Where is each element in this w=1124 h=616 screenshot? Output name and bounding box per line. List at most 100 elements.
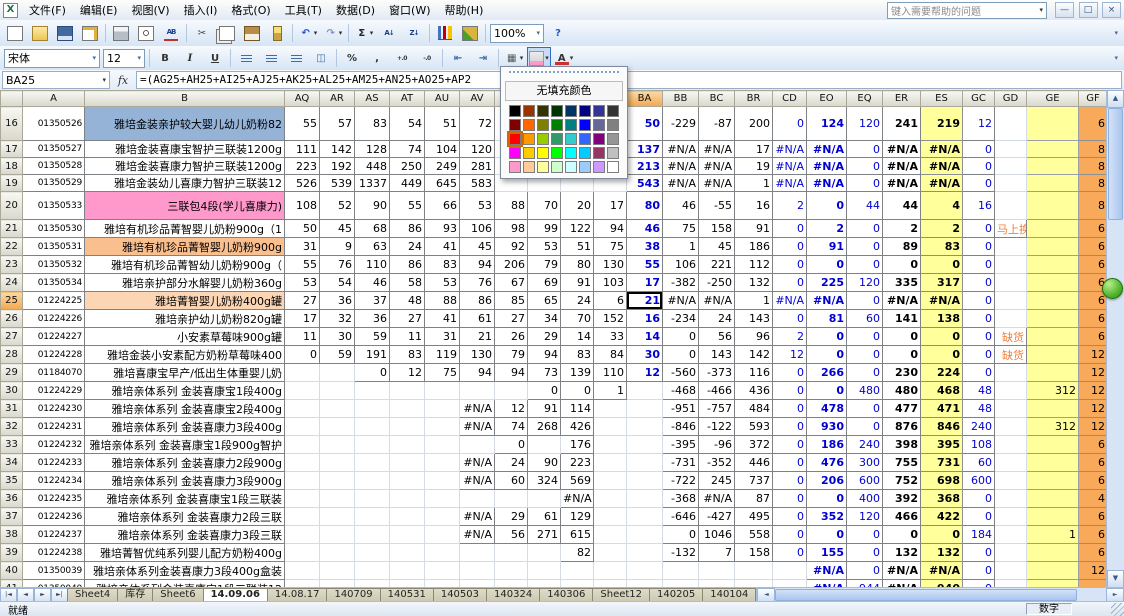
cell-ER38[interactable]: 0 <box>883 526 921 544</box>
cell-CD26[interactable]: 0 <box>773 310 807 328</box>
cell-AT31[interactable] <box>390 400 425 418</box>
cell-AS22[interactable]: 63 <box>355 238 390 256</box>
color-swatch-FF99CC[interactable] <box>509 161 521 173</box>
cell-ES37[interactable]: 422 <box>921 508 963 526</box>
cell-AT18[interactable]: 250 <box>390 158 425 175</box>
menu-file[interactable]: 文件(F) <box>22 0 73 20</box>
cell-AV19[interactable]: 583 <box>460 175 495 192</box>
print-button[interactable] <box>109 22 133 44</box>
cell-EQ27[interactable]: 0 <box>847 328 883 346</box>
cell-BR30[interactable]: 436 <box>735 382 773 400</box>
cell-CD36[interactable]: 0 <box>773 490 807 508</box>
cell-AY32[interactable]: 426 <box>561 418 594 436</box>
cell-AS34[interactable] <box>355 454 390 472</box>
cell-AU21[interactable]: 93 <box>425 220 460 238</box>
cell-BC28[interactable]: 143 <box>699 346 735 364</box>
cell-BR31[interactable]: 484 <box>735 400 773 418</box>
cell-CD40[interactable] <box>773 562 807 580</box>
sheet-tab-Sheet4[interactable]: Sheet4 <box>67 588 118 602</box>
col-header-CD[interactable]: CD <box>773 91 807 107</box>
cell-EQ32[interactable]: 0 <box>847 418 883 436</box>
cell-AS20[interactable]: 90 <box>355 192 390 220</box>
autosum-button[interactable]: Σ▾ <box>352 22 376 44</box>
cell-ER23[interactable]: 0 <box>883 256 921 274</box>
cut-button[interactable]: ✂ <box>190 22 214 44</box>
cell-BB34[interactable]: -731 <box>663 454 699 472</box>
cell-A34[interactable]: 01224233 <box>23 454 85 472</box>
cell-AQ31[interactable] <box>285 400 320 418</box>
cell-GE31[interactable] <box>1027 400 1079 418</box>
row-header-35[interactable]: 35 <box>1 472 23 490</box>
cell-EQ20[interactable]: 44 <box>847 192 883 220</box>
cell-A29[interactable]: 01184070 <box>23 364 85 382</box>
cell-AU31[interactable] <box>425 400 460 418</box>
cell-AQ39[interactable] <box>285 544 320 562</box>
cell-BR22[interactable]: 186 <box>735 238 773 256</box>
cell-BR27[interactable]: 96 <box>735 328 773 346</box>
cell-AZ29[interactable]: 110 <box>594 364 627 382</box>
cell-CD30[interactable]: 0 <box>773 382 807 400</box>
merge-center-button[interactable]: ◫ <box>309 47 333 69</box>
cell-AX37[interactable]: 61 <box>528 508 561 526</box>
cell-BC20[interactable]: -55 <box>699 192 735 220</box>
cell-GE25[interactable] <box>1027 292 1079 310</box>
cell-AX20[interactable]: 70 <box>528 192 561 220</box>
cell-CD33[interactable]: 0 <box>773 436 807 454</box>
cell-BB16[interactable]: -229 <box>663 107 699 141</box>
sheet-tab-140104[interactable]: 140104 <box>702 588 756 602</box>
cell-BC24[interactable]: -250 <box>699 274 735 292</box>
cell-AZ38[interactable] <box>594 526 627 544</box>
color-swatch-339966[interactable] <box>551 133 563 145</box>
cell-EQ16[interactable]: 120 <box>847 107 883 141</box>
cell-A37[interactable]: 01224236 <box>23 508 85 526</box>
cell-AQ29[interactable] <box>285 364 320 382</box>
cell-BR35[interactable]: 737 <box>735 472 773 490</box>
col-header-GD[interactable]: GD <box>995 91 1027 107</box>
cell-GC22[interactable]: 0 <box>963 238 995 256</box>
cell-AQ30[interactable] <box>285 382 320 400</box>
cell-AX21[interactable]: 99 <box>528 220 561 238</box>
cell-BC18[interactable]: #N/A <box>699 158 735 175</box>
color-swatch-333300[interactable] <box>537 105 549 117</box>
cell-ES20[interactable]: 4 <box>921 192 963 220</box>
cell-BR28[interactable]: 142 <box>735 346 773 364</box>
cell-BA30[interactable] <box>627 382 663 400</box>
cell-BA25[interactable]: 21 <box>627 292 663 310</box>
cell-BA16[interactable]: 50 <box>627 107 663 141</box>
cell-BR23[interactable]: 112 <box>735 256 773 274</box>
cell-CD31[interactable]: 0 <box>773 400 807 418</box>
cell-EO18[interactable]: #N/A <box>807 158 847 175</box>
horizontal-scrollbar[interactable]: ◄ ► <box>756 588 1124 602</box>
menu-format[interactable]: 格式(O) <box>224 0 277 20</box>
cell-AX22[interactable]: 53 <box>528 238 561 256</box>
save-button[interactable] <box>53 22 77 44</box>
cell-GC39[interactable]: 0 <box>963 544 995 562</box>
cell-AZ26[interactable]: 152 <box>594 310 627 328</box>
cell-ER39[interactable]: 132 <box>883 544 921 562</box>
cell-AS39[interactable] <box>355 544 390 562</box>
cell-A19[interactable]: 01350529 <box>23 175 85 192</box>
cell-CD37[interactable]: 0 <box>773 508 807 526</box>
cell-GD19[interactable] <box>995 175 1027 192</box>
cell-BB37[interactable]: -646 <box>663 508 699 526</box>
cell-GF29[interactable]: 12 <box>1079 364 1108 382</box>
formula-input[interactable]: =(AG25+AH25+AI25+AJ25+AK25+AL25+AM25+AN2… <box>136 71 1122 89</box>
minimize-button[interactable]: — <box>1055 2 1074 18</box>
cell-ER24[interactable]: 335 <box>883 274 921 292</box>
vertical-scroll-thumb[interactable] <box>1108 108 1123 220</box>
cell-AS19[interactable]: 1337 <box>355 175 390 192</box>
cell-B20[interactable]: 三联包4段(学儿喜康力) <box>85 192 285 220</box>
cell-A35[interactable]: 01224234 <box>23 472 85 490</box>
format-painter-button[interactable] <box>265 22 289 44</box>
color-swatch-00FF00[interactable] <box>551 147 563 159</box>
cell-AY31[interactable]: 114 <box>561 400 594 418</box>
cell-B36[interactable]: 雅培亲体系列 金装喜康宝1段三联装 <box>85 490 285 508</box>
cell-A33[interactable]: 01224232 <box>23 436 85 454</box>
cell-BR37[interactable]: 495 <box>735 508 773 526</box>
cell-GF39[interactable]: 6 <box>1079 544 1108 562</box>
cell-AT28[interactable]: 83 <box>390 346 425 364</box>
cell-GF38[interactable]: 6 <box>1079 526 1108 544</box>
cell-GE23[interactable] <box>1027 256 1079 274</box>
cell-AS18[interactable]: 448 <box>355 158 390 175</box>
cell-GE29[interactable] <box>1027 364 1079 382</box>
